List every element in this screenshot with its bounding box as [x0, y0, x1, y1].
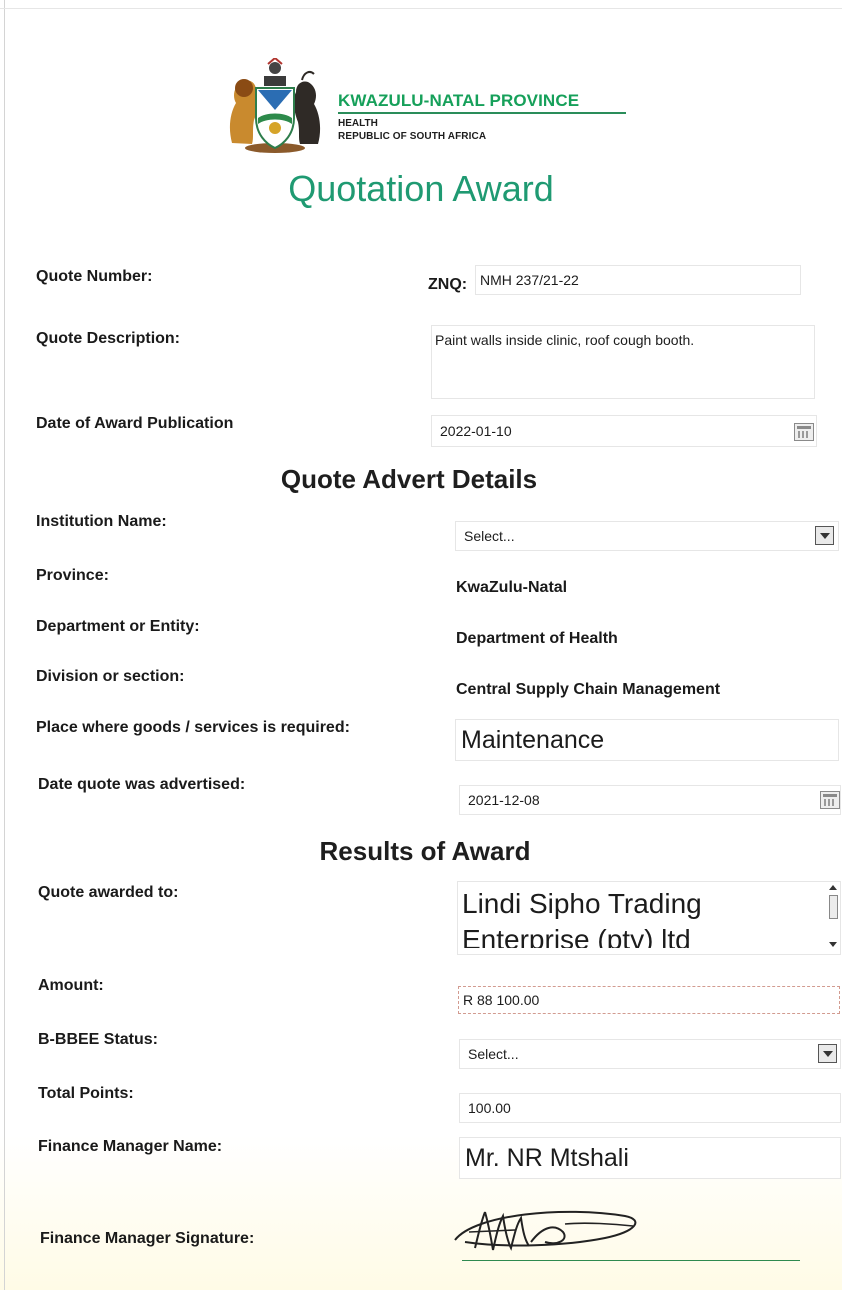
advertised-date-field[interactable]: 2021-12-08 [460, 786, 840, 814]
awarded-to-line-2: Enterprise (pty) ltd [462, 924, 691, 948]
advert-heading: Quote Advert Details [280, 464, 538, 494]
finance-manager-field[interactable]: Mr. NR Mtshali [460, 1138, 840, 1178]
page-title: Quotation Award [288, 168, 554, 209]
country-name: REPUBLIC OF SOUTH AFRICA [338, 131, 487, 142]
quote-number-prefix: ZNQ: [428, 276, 468, 293]
award-date-field[interactable]: 2022-01-10 [432, 416, 816, 446]
coat-of-arms-icon [229, 58, 321, 153]
signature-line [462, 1260, 800, 1261]
awarded-to-label: Quote awarded to: [38, 884, 179, 901]
division-label: Division or section: [36, 668, 185, 685]
quote-description-field[interactable]: Paint walls inside clinic, roof cough bo… [432, 326, 814, 398]
bbbee-select[interactable]: Select... [460, 1040, 840, 1068]
division-value: Central Supply Chain Management [456, 681, 721, 698]
quote-number-field[interactable]: NMH 237/21-22 [476, 266, 800, 294]
institution-dropdown-icon[interactable] [815, 526, 834, 545]
signature-image [454, 1210, 637, 1251]
awarded-to-scrollbar[interactable] [826, 885, 840, 947]
department-label: Department or Entity: [36, 618, 200, 635]
institution-select[interactable]: Select... [456, 522, 838, 550]
finance-manager-label: Finance Manager Name: [38, 1138, 223, 1155]
department-name: HEALTH [338, 118, 378, 129]
amount-label: Amount: [38, 977, 104, 994]
awarded-to-field[interactable]: Lindi Sipho Trading Enterprise (pty) ltd [458, 882, 840, 954]
signature-label: Finance Manager Signature: [40, 1230, 255, 1247]
bbbee-dropdown-icon[interactable] [818, 1044, 837, 1063]
total-points-label: Total Points: [38, 1085, 134, 1102]
bbbee-label: B-BBEE Status: [38, 1031, 159, 1048]
province-label: Province: [36, 567, 109, 584]
total-points-field[interactable]: 100.00 [460, 1094, 840, 1122]
quote-description-label: Quote Description: [36, 330, 181, 347]
institution-label: Institution Name: [36, 513, 167, 530]
place-field[interactable]: Maintenance [456, 720, 838, 760]
results-heading: Results of Award [319, 836, 531, 866]
department-value: Department of Health [456, 630, 618, 647]
award-date-calendar-icon[interactable] [794, 423, 814, 441]
quote-number-label: Quote Number: [36, 268, 153, 285]
awarded-to-line-1: Lindi Sipho Trading [462, 888, 702, 919]
amount-field[interactable]: R 88 100.00 [458, 986, 840, 1014]
header-rule [338, 112, 626, 114]
place-label: Place where goods / services is required… [36, 719, 350, 736]
scroll-thumb[interactable] [829, 895, 838, 919]
scroll-down-icon[interactable] [829, 942, 837, 947]
page-edge-top [0, 8, 842, 9]
advertised-date-calendar-icon[interactable] [820, 791, 840, 809]
advertised-date-label: Date quote was advertised: [38, 776, 246, 793]
award-date-label: Date of Award Publication [36, 415, 234, 432]
quotation-award-page: KWAZULU-NATAL PROVINCE HEALTH REPUBLIC O… [0, 0, 842, 1290]
province-value: KwaZulu-Natal [456, 579, 568, 596]
province-name: KWAZULU-NATAL PROVINCE [338, 91, 580, 110]
scroll-up-icon[interactable] [829, 885, 837, 890]
